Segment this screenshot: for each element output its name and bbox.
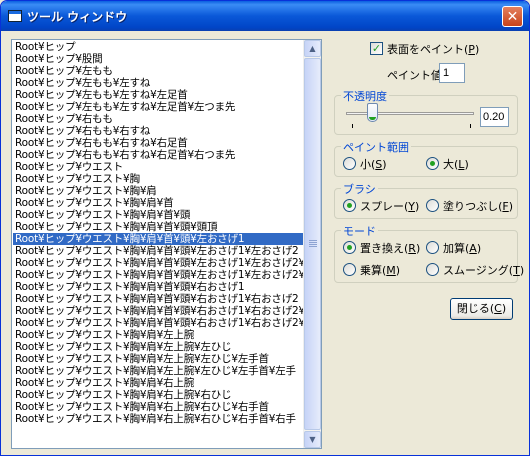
list-item[interactable]: Root¥ヒップ¥ウエスト¥胸¥肩¥首¥頭¥右おさげ1¥右おさげ2¥右 (13, 305, 305, 317)
paint-value-input[interactable] (439, 63, 465, 83)
slider-tick (352, 124, 353, 128)
list-item[interactable]: Root¥ヒップ¥左もも¥左すね¥左足首¥左つま先 (13, 101, 305, 113)
scroll-grip (309, 242, 317, 243)
scroll-up-icon: ▲ (309, 44, 316, 53)
list-item[interactable]: Root¥ヒップ¥右もも (13, 113, 305, 125)
list-item[interactable]: Root¥ヒップ¥ウエスト¥胸 (13, 173, 305, 185)
brush-spray-label[interactable]: スプレー(Y) (360, 198, 419, 214)
list-item[interactable]: Root¥ヒップ¥ウエスト¥胸¥肩¥首¥頭¥右おさげ1¥右おさげ2 (13, 293, 305, 305)
window-icon (8, 10, 22, 22)
list-item[interactable]: Root¥ヒップ¥ウエスト¥胸¥肩¥左上腕¥左ひじ¥左手首¥左手 (13, 365, 305, 377)
list-item[interactable]: Root¥ヒップ¥ウエスト¥胸¥肩¥首¥頭¥右おさげ1¥右おさげ2¥右 (13, 317, 305, 329)
list-item[interactable]: Root¥ヒップ¥ウエスト¥胸¥肩¥首¥頭¥頭頂 (13, 221, 305, 233)
opacity-value-input[interactable] (480, 107, 509, 127)
paint-surface-checkbox[interactable]: ✓ (370, 42, 383, 55)
bone-list-items: Root¥ヒップ Root¥ヒップ¥股間 Root¥ヒップ¥左もも Root¥ヒップ¥… (13, 41, 305, 425)
list-item[interactable]: Root¥ヒップ¥左もも¥左すね (13, 77, 305, 89)
window-title: ツール ウィンドウ (27, 10, 128, 24)
brush-spray-radio[interactable] (343, 199, 356, 212)
list-item[interactable]: Root¥ヒップ¥股間 (13, 53, 305, 65)
list-item[interactable]: Root¥ヒップ¥ウエスト¥胸¥肩¥左上腕¥左ひじ¥左手首 (13, 353, 305, 365)
slider-tick (470, 124, 471, 128)
scroll-thumb[interactable] (304, 58, 321, 430)
list-item[interactable]: Root¥ヒップ¥ウエスト¥胸¥肩¥首¥頭¥左おさげ1 (13, 233, 305, 245)
list-item[interactable]: Root¥ヒップ¥ウエスト¥胸¥肩¥右上腕¥右ひじ¥右手首¥右手 (13, 413, 305, 425)
list-vertical-scrollbar[interactable]: ▲ ▼ (303, 40, 321, 448)
list-item[interactable]: Root¥ヒップ¥ウエスト¥胸¥肩¥右上腕¥右ひじ¥右手首 (13, 401, 305, 413)
paint-range-small-radio[interactable] (343, 157, 356, 170)
mode-replace-radio[interactable] (343, 241, 356, 254)
close-icon: ✕ (506, 9, 519, 25)
list-item[interactable]: Root¥ヒップ¥ウエスト¥胸¥肩¥首¥頭¥左おさげ1¥左おさげ2 (13, 245, 305, 257)
mode-replace-label[interactable]: 置き換え(R) (360, 240, 420, 256)
paint-range-small-label[interactable]: 小(S) (360, 156, 387, 172)
scroll-down-icon: ▼ (309, 435, 316, 444)
list-item[interactable]: Root¥ヒップ¥ウエスト¥胸¥肩¥右上腕 (13, 377, 305, 389)
title-bar[interactable]: ツール ウィンドウ ✕ (1, 1, 529, 31)
mode-smoothing-label[interactable]: スムージング(T) (443, 262, 524, 278)
scroll-grip (309, 240, 317, 241)
list-item[interactable]: Root¥ヒップ¥右もも¥右すね (13, 125, 305, 137)
opacity-legend: 不透明度 (341, 88, 389, 104)
brush-fill-radio[interactable] (426, 199, 439, 212)
close-button[interactable]: 閉じる(C) (450, 298, 513, 320)
list-item[interactable]: Root¥ヒップ¥ウエスト¥胸¥肩¥首¥頭¥左おさげ1¥左おさげ2¥左 (13, 269, 305, 281)
paint-surface-label[interactable]: 表面をペイント(P) (387, 41, 479, 57)
list-item[interactable]: Root¥ヒップ¥ウエスト¥胸¥肩¥首¥頭¥右おさげ1 (13, 281, 305, 293)
list-item[interactable]: Root¥ヒップ¥ウエスト¥胸¥肩¥右上腕¥右ひじ (13, 389, 305, 401)
mode-add-label[interactable]: 加算(A) (443, 240, 481, 256)
list-item[interactable]: Root¥ヒップ¥ウエスト (13, 161, 305, 173)
brush-legend: ブラシ (341, 181, 378, 197)
mode-add-radio[interactable] (426, 241, 439, 254)
brush-fill-label[interactable]: 塗りつぶし(F) (443, 198, 513, 214)
paint-range-large-radio[interactable] (426, 157, 439, 170)
list-item[interactable]: Root¥ヒップ¥右もも¥右すね¥右足首¥右つま先 (13, 149, 305, 161)
list-item[interactable]: Root¥ヒップ¥ウエスト¥胸¥肩¥首¥頭¥左おさげ1¥左おさげ2¥左 (13, 257, 305, 269)
scroll-up-button[interactable]: ▲ (304, 40, 321, 57)
list-item[interactable]: Root¥ヒップ¥ウエスト¥胸¥肩¥首¥頭 (13, 209, 305, 221)
tool-window: ツール ウィンドウ ✕ Root¥ヒップ Root¥ヒップ¥股間 Root¥ヒップ¥… (0, 0, 530, 456)
list-item[interactable]: Root¥ヒップ¥ウエスト¥胸¥肩¥左上腕 (13, 329, 305, 341)
window-client-area: Root¥ヒップ Root¥ヒップ¥股間 Root¥ヒップ¥左もも Root¥ヒップ¥… (5, 31, 525, 451)
paint-range-large-label[interactable]: 大(L) (443, 156, 469, 172)
mode-multiply-radio[interactable] (343, 263, 356, 276)
scroll-down-button[interactable]: ▼ (304, 431, 321, 448)
paint-range-legend: ペイント範囲 (341, 139, 411, 155)
opacity-slider-track[interactable] (346, 112, 474, 115)
list-item[interactable]: Root¥ヒップ¥右もも¥右すね¥右足首 (13, 137, 305, 149)
scroll-grip (309, 244, 317, 245)
mode-multiply-label[interactable]: 乗算(M) (360, 262, 400, 278)
mode-group: モード 置き換え(R) 加算(A) 乗算(M) スムージング(T) (334, 223, 524, 283)
paint-value-label: ペイント値 (387, 69, 442, 82)
scroll-grip (309, 246, 317, 247)
list-item[interactable]: Root¥ヒップ¥左もも (13, 65, 305, 77)
brush-group: ブラシ スプレー(Y) 塗りつぶし(F) (334, 181, 518, 219)
mode-smoothing-radio[interactable] (426, 263, 439, 276)
opacity-group: 不透明度 (334, 88, 518, 135)
list-item[interactable]: Root¥ヒップ¥左もも¥左すね¥左足首 (13, 89, 305, 101)
list-item[interactable]: Root¥ヒップ¥ウエスト¥胸¥肩¥左上腕¥左ひじ (13, 341, 305, 353)
mode-legend: モード (341, 223, 378, 239)
paint-range-group: ペイント範囲 小(S) 大(L) (334, 139, 518, 177)
opacity-slider-thumb[interactable] (366, 103, 378, 122)
close-window-button[interactable]: ✕ (502, 6, 523, 27)
bone-list[interactable]: Root¥ヒップ Root¥ヒップ¥股間 Root¥ヒップ¥左もも Root¥ヒップ¥… (11, 39, 322, 449)
list-item[interactable]: Root¥ヒップ¥ウエスト¥胸¥肩¥首 (13, 197, 305, 209)
list-item[interactable]: Root¥ヒップ¥ウエスト¥胸¥肩 (13, 185, 305, 197)
list-item[interactable]: Root¥ヒップ (13, 41, 305, 53)
